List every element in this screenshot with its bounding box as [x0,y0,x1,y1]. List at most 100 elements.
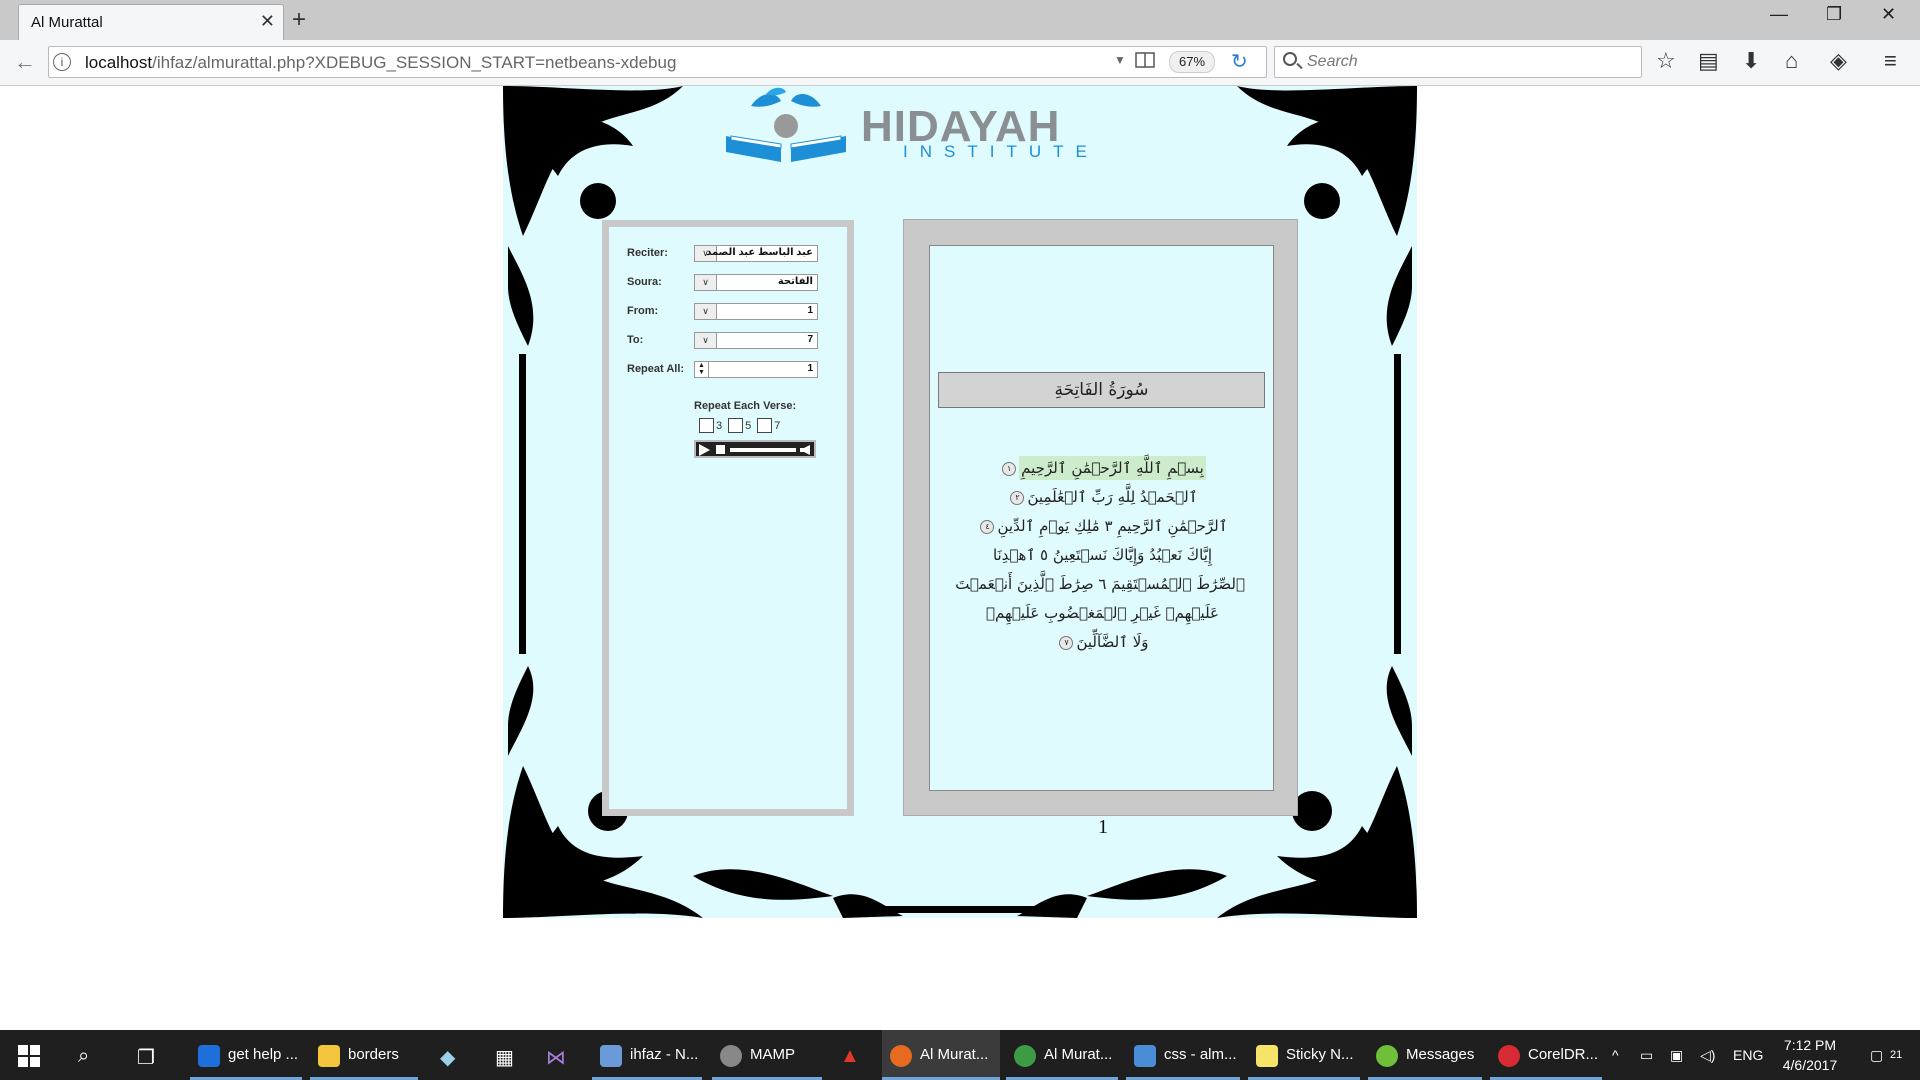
repeat-5-label: 5 [745,419,752,432]
taskbar-label: get help ... [228,1046,299,1063]
to-value: 7 [807,334,813,345]
verse-number-marker: ٢ [1010,490,1025,505]
netbeans-icon [600,1045,622,1067]
repeat-all-stepper[interactable]: ▲ ▼ 1 [694,361,818,378]
volume-icon[interactable] [800,445,810,455]
verse-line[interactable]: عَلَيۡهِمۡ غَيۡرِ ٱلۡمَغۡضُوبِ عَلَيۡهِم… [960,599,1245,628]
taskbar-edge[interactable]: get help ... [190,1030,302,1080]
taskbar-label: Al Murat... [1044,1046,1113,1063]
acrobat-icon[interactable]: ▲ [840,1045,860,1068]
volume-icon[interactable]: ◁) [1700,1030,1715,1080]
seek-bar[interactable] [730,448,796,452]
taskbar-mamp[interactable]: MAMP [712,1030,822,1080]
navigation-bar: ← i localhost/ihfaz/almurattal.php?XDEBU… [0,40,1920,86]
editor-icon [1134,1045,1156,1067]
mushaf-page: سُورَةُ الفَاتِحَةِ بِسۡمِ ٱللَّهِ ٱلرَّ… [929,245,1274,791]
verse-line[interactable]: ٱلرَّحۡمَٰنِ ٱلرَّحِيمِ ٣ مَٰلِكِ يَوۡمِ… [960,512,1245,541]
pocket-icon[interactable]: ◈ [1830,48,1847,74]
language-indicator[interactable]: ENG [1733,1030,1763,1080]
repeat-5-checkbox[interactable] [728,418,744,434]
page-number: 1 [1098,816,1108,838]
restore-icon[interactable]: ❐ [1826,4,1842,25]
tab-al-murattal[interactable]: Al Murattal ✕ [18,4,284,40]
notification-count: 21 [1890,1049,1903,1061]
taskbar-label: Sticky N... [1286,1046,1354,1063]
book-leaves-icon [726,87,846,162]
visual-studio-icon[interactable]: ⋈ [546,1045,566,1070]
new-tab-icon[interactable]: + [292,6,306,34]
soura-row: Soura: ∨ الفاتحة [627,274,837,294]
chevron-down-icon[interactable]: ∨ [695,333,717,348]
verse-line[interactable]: بِسۡمِ ٱللَّهِ ٱلرَّحۡمَٰنِ ٱلرَّحِيمِ١ [960,454,1245,483]
search-bar[interactable]: Search [1274,46,1642,78]
stop-icon[interactable] [716,445,725,454]
home-icon[interactable]: ⌂ [1785,48,1798,74]
taskbar-firefox[interactable]: Al Murat... [882,1030,1000,1080]
site-info-icon[interactable]: i [53,53,71,71]
verse-line[interactable]: إِيَّاكَ نَعۡبُدُ وَإِيَّاكَ نَسۡتَعِينُ… [960,541,1245,570]
repeat-7-checkbox[interactable] [757,418,773,434]
back-arrow-icon[interactable]: ← [14,49,36,75]
taskbar-messages[interactable]: Messages [1368,1030,1482,1080]
verse-line-text: بِسۡمِ ٱللَّهِ ٱلرَّحۡمَٰنِ ٱلرَّحِيمِ [1019,456,1206,480]
taskbar-label: Al Murat... [920,1046,989,1063]
taskbar-chrome[interactable]: Al Murat... [1006,1030,1118,1080]
battery-icon[interactable]: ▭ [1640,1030,1653,1080]
to-select[interactable]: ∨ 7 [694,332,818,349]
stepper-arrows-icon[interactable]: ▲ ▼ [695,362,709,377]
taskbar-label: CorelDR... [1528,1046,1599,1063]
verse-line-text: إِيَّاكَ نَعۡبُدُ وَإِيَّاكَ نَسۡتَعِينُ… [992,546,1213,564]
notifications-icon[interactable]: ▢ [1870,1030,1883,1080]
show-hidden-icons-icon[interactable]: ^ [1612,1030,1619,1080]
verse-line-text: ٱلۡحَمۡدُ لِلَّهِ رَبِّ ٱلۡعَٰلَمِينَ [1027,488,1198,506]
soura-value: الفاتحة [777,276,813,287]
windows-start-icon[interactable] [18,1045,40,1067]
bookmark-star-icon[interactable]: ☆ [1656,48,1676,74]
store-icon[interactable]: ▦ [495,1045,514,1070]
zoom-level[interactable]: 67% [1169,51,1215,73]
surah-title-banner: سُورَةُ الفَاتِحَةِ [938,372,1265,408]
clock[interactable]: 7:12 PM 4/6/2017 [1770,1035,1850,1075]
reciter-row: Reciter: ∨ عبد الباسط عبد الصمد [627,245,837,265]
minimize-icon[interactable]: — [1770,4,1788,25]
chevron-down-icon[interactable]: ∨ [695,304,717,319]
taskbar-sticky-notes[interactable]: Sticky N... [1248,1030,1360,1080]
taskbar-css[interactable]: css - alm... [1126,1030,1240,1080]
url-dropdown-icon[interactable]: ▼ [1114,53,1126,67]
from-row: From: ∨ 1 [627,303,837,323]
search-icon[interactable]: ⌕ [78,1045,89,1068]
menu-icon[interactable]: ≡ [1884,48,1897,74]
repeat-each-verse-label: Repeat Each Verse: [694,400,797,412]
search-placeholder: Search [1307,53,1358,70]
reciter-label: Reciter: [627,247,668,259]
firefox-icon [890,1045,912,1067]
from-select[interactable]: ∨ 1 [694,303,818,320]
verse-line[interactable]: ٱلۡحَمۡدُ لِلَّهِ رَبِّ ٱلۡعَٰلَمِينَ٢ [960,483,1245,512]
network-icon[interactable]: ▣ [1670,1030,1683,1080]
close-tab-icon[interactable]: ✕ [260,11,275,32]
taskbar-coreldraw[interactable]: CorelDR... [1490,1030,1602,1080]
verse-line[interactable]: وَلَا ٱلضَّآلِّينَ٧ [960,628,1245,657]
repeat-all-row: Repeat All: ▲ ▼ 1 [627,361,837,381]
address-bar[interactable]: i localhost/ihfaz/almurattal.php?XDEBUG_… [48,46,1267,78]
close-window-icon[interactable]: ✕ [1881,4,1896,25]
reader-view-icon[interactable] [1135,51,1155,69]
taskbar-label: css - alm... [1164,1046,1237,1063]
taskbar-explorer[interactable]: borders [310,1030,418,1080]
url-text[interactable]: localhost/ihfaz/almurattal.php?XDEBUG_SE… [85,53,676,73]
download-icon[interactable]: ⬇ [1742,48,1760,74]
reload-icon[interactable]: ↻ [1231,49,1248,74]
repeat-3-checkbox[interactable] [699,418,714,434]
verse-number-marker: ٤ [980,519,995,534]
soura-select[interactable]: ∨ الفاتحة [694,274,818,291]
reciter-select[interactable]: ∨ عبد الباسط عبد الصمد [694,245,818,262]
verse-line[interactable]: ٱلصِّرَٰطَ ٱلۡمُسۡتَقِيمَ ٦ صِرَٰطَ ٱلَّ… [955,570,1245,599]
play-icon[interactable] [699,444,710,456]
app-icon[interactable]: ◆ [440,1045,455,1070]
chevron-down-icon[interactable]: ∨ [695,275,717,290]
task-view-icon[interactable]: ❐ [137,1045,155,1070]
taskbar-netbeans[interactable]: ihfaz - N... [592,1030,702,1080]
repeat-all-value: 1 [807,363,813,374]
url-host: localhost [85,53,153,72]
library-icon[interactable]: ▤ [1698,48,1719,74]
